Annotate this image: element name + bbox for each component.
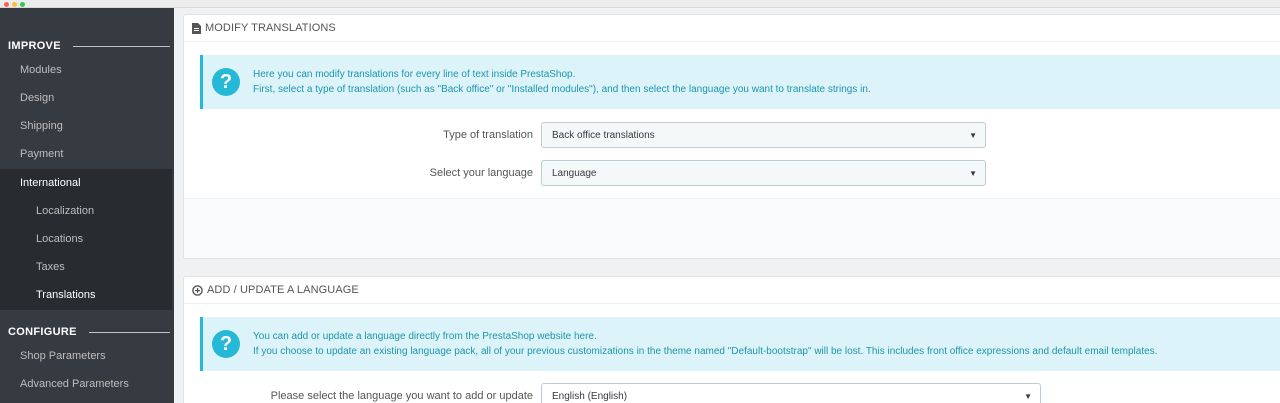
alert-line: You can add or update a language directl… bbox=[253, 331, 597, 342]
alert-line: Here you can modify translations for eve… bbox=[253, 69, 576, 80]
sidebar-section-configure: CONFIGURE bbox=[8, 322, 170, 342]
add-language-label: Please select the language you want to a… bbox=[270, 390, 533, 402]
select-value: English (English) bbox=[552, 390, 628, 402]
question-icon: ? bbox=[212, 68, 240, 96]
window-titlebar bbox=[0, 0, 1280, 8]
translation-type-label: Type of translation bbox=[443, 129, 533, 141]
caret-down-icon: ▼ bbox=[1024, 391, 1032, 401]
sidebar-item-international[interactable]: International bbox=[0, 169, 172, 197]
panel-heading: MODIFY TRANSLATIONS bbox=[184, 15, 1280, 42]
translation-type-row: Type of translation Back office translat… bbox=[184, 122, 986, 148]
section-label: IMPROVE bbox=[8, 40, 61, 52]
panel-footer bbox=[184, 198, 1280, 258]
question-icon: ? bbox=[212, 330, 240, 358]
info-alert: ? You can add or update a language direc… bbox=[200, 317, 1280, 371]
section-divider bbox=[72, 45, 170, 47]
plus-circle-icon bbox=[192, 284, 203, 296]
section-divider bbox=[88, 331, 170, 333]
select-value: Back office translations bbox=[552, 129, 655, 141]
minimize-window-button[interactable] bbox=[12, 2, 17, 7]
sidebar-item-payment[interactable]: Payment bbox=[0, 140, 174, 168]
sidebar-item-shipping[interactable]: Shipping bbox=[0, 112, 174, 140]
main-content: MODIFY TRANSLATIONS ? Here you can modif… bbox=[174, 8, 1280, 403]
maximize-window-button[interactable] bbox=[20, 2, 25, 7]
sidebar-subitem-translations[interactable]: Translations bbox=[0, 281, 172, 309]
sidebar-subitem-locations[interactable]: Locations bbox=[0, 225, 172, 253]
language-select[interactable]: Language ▼ bbox=[541, 160, 986, 186]
alert-line: If you choose to update an existing lang… bbox=[253, 346, 1158, 357]
alert-line: First, select a type of translation (suc… bbox=[253, 84, 871, 95]
sidebar-item-advanced-parameters[interactable]: Advanced Parameters bbox=[0, 370, 174, 398]
translation-type-select[interactable]: Back office translations ▼ bbox=[541, 122, 986, 148]
document-icon bbox=[192, 22, 201, 34]
sidebar-item-modules[interactable]: Modules bbox=[0, 56, 174, 84]
select-value: Language bbox=[552, 167, 597, 179]
sidebar-section-improve: IMPROVE bbox=[8, 36, 170, 56]
panel-title: MODIFY TRANSLATIONS bbox=[205, 22, 336, 34]
caret-down-icon: ▼ bbox=[969, 130, 977, 140]
alert-text: Here you can modify translations for eve… bbox=[253, 67, 871, 97]
close-window-button[interactable] bbox=[4, 2, 9, 7]
sidebar-item-shop-parameters[interactable]: Shop Parameters bbox=[0, 342, 174, 370]
panel-title: ADD / UPDATE A LANGUAGE bbox=[207, 284, 359, 296]
sidebar: IMPROVE Modules Design Shipping Payment … bbox=[0, 8, 174, 403]
info-alert: ? Here you can modify translations for e… bbox=[200, 55, 1280, 109]
language-label: Select your language bbox=[429, 167, 533, 179]
add-language-select[interactable]: English (English) ▼ bbox=[541, 383, 1041, 403]
section-label: CONFIGURE bbox=[8, 326, 77, 338]
modify-translations-panel: MODIFY TRANSLATIONS ? Here you can modif… bbox=[183, 14, 1280, 259]
language-row: Select your language Language ▼ bbox=[184, 160, 986, 186]
sidebar-subitem-taxes[interactable]: Taxes bbox=[0, 253, 172, 281]
alert-text: You can add or update a language directl… bbox=[253, 329, 1157, 359]
caret-down-icon: ▼ bbox=[969, 168, 977, 178]
panel-heading: ADD / UPDATE A LANGUAGE bbox=[184, 277, 1280, 304]
sidebar-subitem-localization[interactable]: Localization bbox=[0, 197, 172, 225]
add-language-row: Please select the language you want to a… bbox=[184, 383, 1041, 403]
add-language-panel: ADD / UPDATE A LANGUAGE ? You can add or… bbox=[183, 276, 1280, 403]
sidebar-item-design[interactable]: Design bbox=[0, 84, 174, 112]
